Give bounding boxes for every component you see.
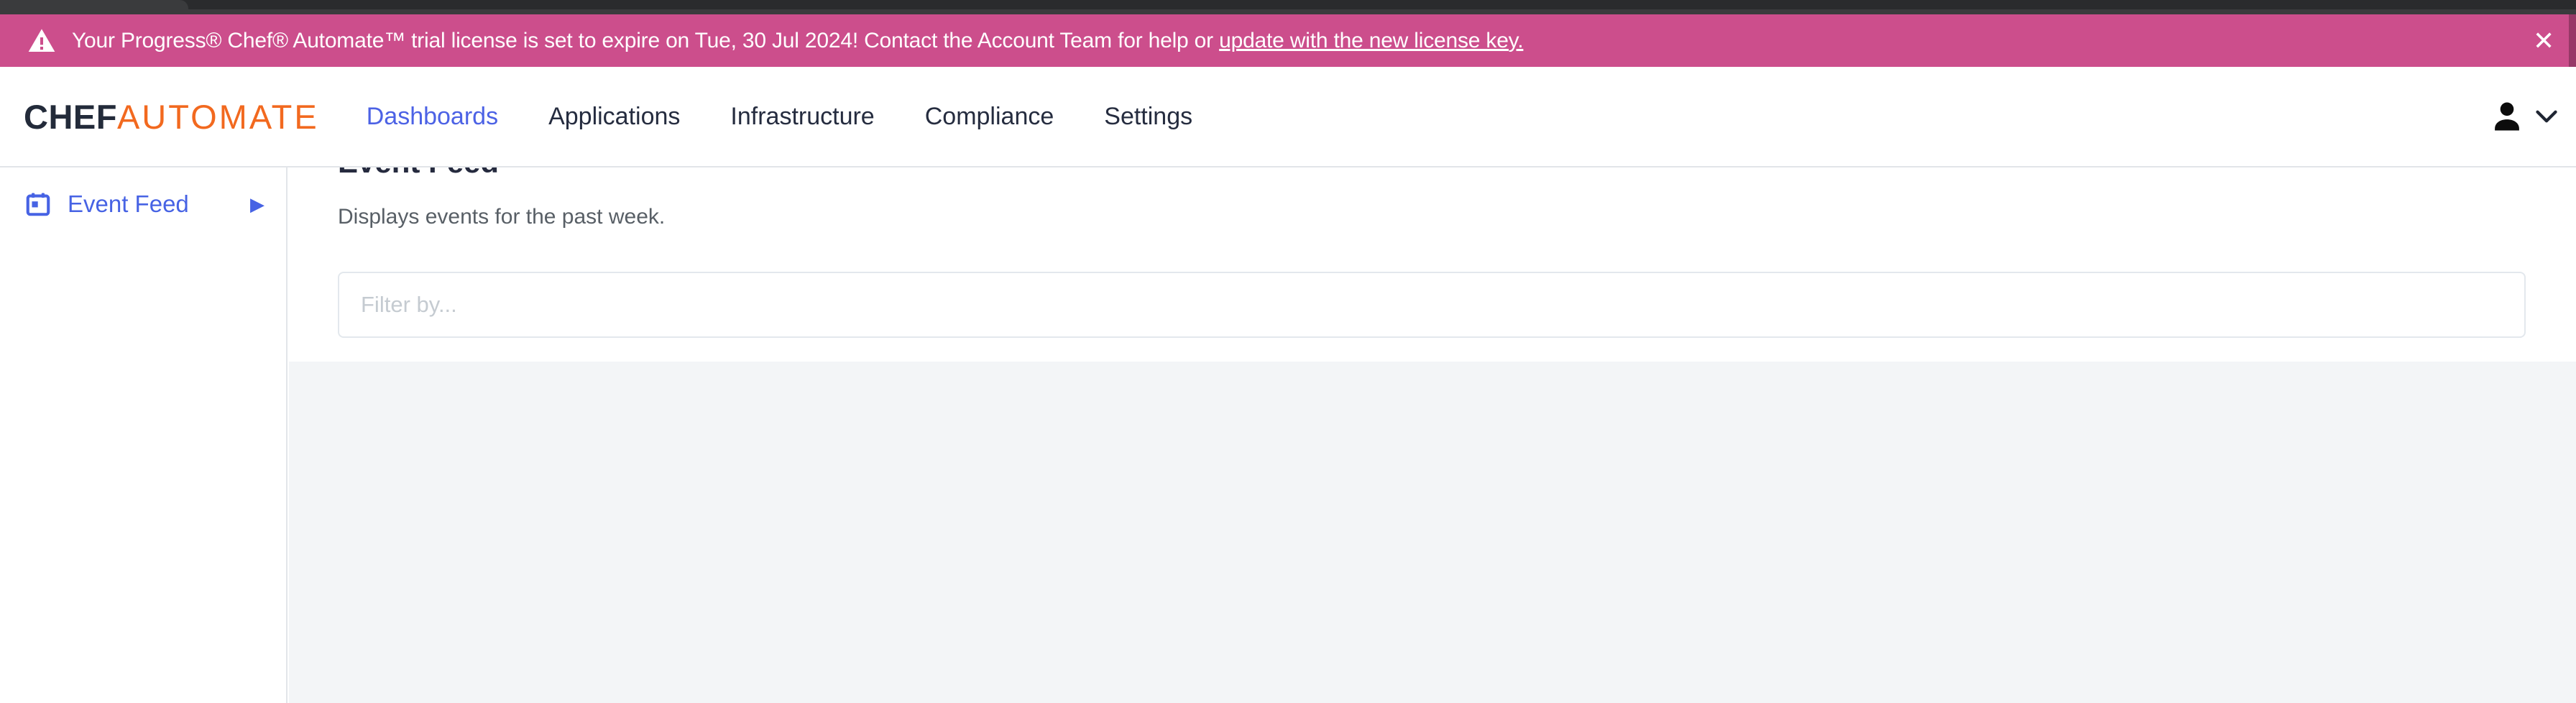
nav-item-dashboards[interactable]: Dashboards (367, 103, 498, 131)
scrollbar-thumb[interactable] (2569, 14, 2576, 67)
license-warning-message: Your Progress® Chef® Automate™ trial lic… (72, 29, 1219, 52)
filter-input[interactable] (338, 272, 2526, 338)
license-warning-text: Your Progress® Chef® Automate™ trial lic… (72, 29, 1523, 53)
logo-chef-text: CHEF (24, 98, 117, 136)
user-menu[interactable] (2488, 98, 2557, 135)
app-header: CHEFAUTOMATE Dashboards Applications Inf… (0, 67, 2576, 167)
nav-item-infrastructure[interactable]: Infrastructure (730, 103, 874, 131)
chevron-down-icon (2536, 110, 2557, 123)
nav-item-settings[interactable]: Settings (1104, 103, 1192, 131)
warning-triangle-icon (27, 27, 56, 55)
close-icon[interactable]: ✕ (2527, 25, 2560, 57)
license-warning-banner: Your Progress® Chef® Automate™ trial lic… (0, 14, 2576, 67)
chef-automate-app: Your Progress® Chef® Automate™ trial lic… (0, 0, 2576, 703)
event-feed-section: Total events 0 Creations 0 Deletions 0 U… (289, 362, 2576, 703)
sidebar: Event Feed ▶ (0, 167, 288, 703)
nav-item-compliance[interactable]: Compliance (925, 103, 1054, 131)
update-license-link[interactable]: update with the new license key. (1219, 29, 1523, 52)
chef-automate-logo[interactable]: CHEFAUTOMATE (24, 97, 319, 137)
user-icon (2488, 98, 2526, 135)
sidebar-item-label: Event Feed (68, 190, 189, 218)
nav-item-applications[interactable]: Applications (548, 103, 680, 131)
browser-tab-strip (0, 0, 2576, 14)
sidebar-item-event-feed[interactable]: Event Feed ▶ (0, 180, 286, 228)
browser-toolbar-edge (0, 9, 2576, 14)
calendar-icon (24, 190, 52, 218)
expand-arrow-icon: ▶ (250, 193, 264, 216)
logo-automate-text: AUTOMATE (117, 98, 319, 136)
page-subtitle: Displays events for the past week. (338, 205, 665, 229)
main-nav: Dashboards Applications Infrastructure C… (367, 103, 1192, 131)
